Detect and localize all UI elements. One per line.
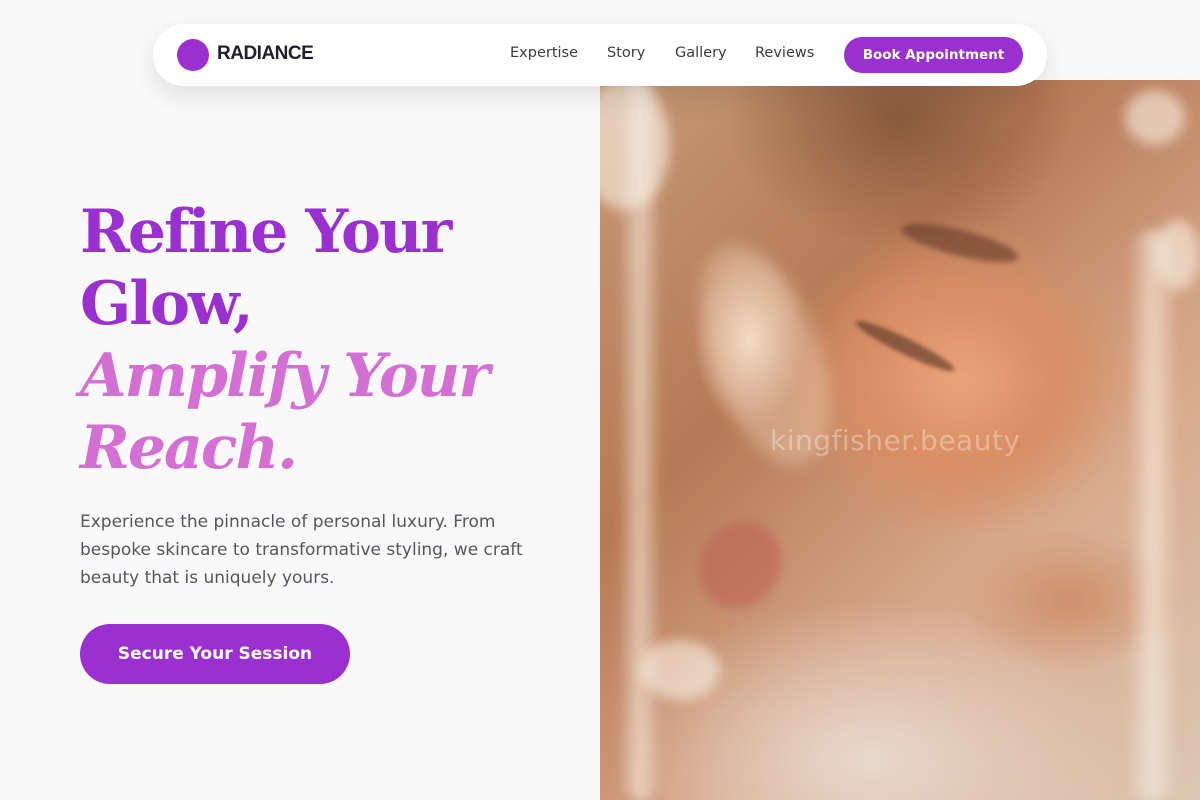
landing-page: kingfisher.beauty RADIANCE Expertise Sto… [0, 0, 1200, 800]
nav-link-expertise[interactable]: Expertise [510, 45, 578, 61]
headline-line: Glow, [80, 269, 254, 339]
nav-link-story[interactable]: Story [607, 45, 645, 61]
closed-eye [852, 314, 958, 378]
hero-photo: kingfisher.beauty [600, 80, 1200, 800]
logo-icon[interactable] [177, 39, 209, 71]
light-bokeh [1125, 90, 1185, 145]
glass-reflection [1130, 230, 1176, 800]
nav-link-gallery[interactable]: Gallery [675, 45, 727, 61]
hero-description: Experience the pinnacle of personal luxu… [80, 512, 523, 588]
hero-headline: Refine Your Glow, Amplify Your Reach. [80, 196, 490, 484]
headline-accent-line: Amplify Your [80, 341, 490, 411]
light-bokeh [640, 640, 720, 700]
brand-logo-text[interactable]: RADIANCE [217, 43, 314, 65]
headline-line: Refine Your [80, 197, 452, 267]
book-appointment-button[interactable]: Book Appointment [844, 37, 1023, 73]
headline-accent-line: Reach. [80, 413, 298, 483]
light-bokeh [1155, 220, 1200, 290]
eyebrow [898, 215, 1022, 271]
navbar: RADIANCE Expertise Story Gallery Reviews… [153, 24, 1047, 86]
nav-link-reviews[interactable]: Reviews [755, 45, 814, 61]
secure-session-button[interactable]: Secure Your Session [80, 624, 350, 684]
image-watermark: kingfisher.beauty [770, 424, 1021, 457]
lips [682, 506, 798, 624]
